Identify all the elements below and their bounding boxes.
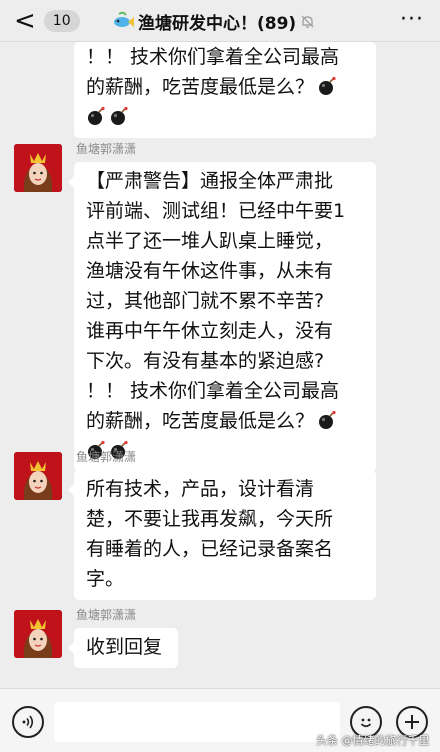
message-line: 下次。有没有基本的紧迫感? bbox=[86, 350, 325, 372]
chat-message-list[interactable]: ！！ 技术你们拿着全公司最高 的薪酬，吃苦度最低是么？ 鱼塘郭潇潇 【严肃警告】… bbox=[0, 42, 440, 688]
avatar[interactable] bbox=[14, 610, 62, 658]
message-line: 渔塘没有午休这件事，从未有 bbox=[86, 260, 334, 282]
chat-header: < 10 渔塘研发中心！(89) ··· bbox=[0, 0, 440, 42]
sender-name: 鱼塘郭潇潇 bbox=[76, 142, 137, 156]
emoji-icon bbox=[360, 718, 372, 728]
message-input[interactable] bbox=[54, 702, 340, 742]
message-line: 的薪酬，吃苦度最低是么？ bbox=[86, 406, 364, 436]
chat-title-area[interactable]: 渔塘研发中心！(89) bbox=[112, 6, 315, 36]
voice-button[interactable] bbox=[12, 706, 44, 738]
avatar[interactable] bbox=[14, 144, 62, 192]
message-line: ！！ 技术你们拿着全公司最高 bbox=[86, 46, 340, 68]
sender-name: 鱼塘郭潇潇 bbox=[76, 608, 137, 622]
message-line: 过，其他部门就不累不辛苦? bbox=[86, 290, 325, 312]
bomb-emoji-icon bbox=[88, 106, 105, 125]
back-button[interactable]: < 10 bbox=[14, 6, 80, 36]
chat-title: 渔塘研发中心！(89) bbox=[138, 13, 297, 34]
sender-name: 鱼塘郭潇潇 bbox=[76, 450, 137, 464]
bomb-emoji-icon bbox=[319, 410, 336, 429]
chevron-left-icon: < bbox=[14, 6, 36, 36]
watermark-text: 头条 @情绪的旅行千里 bbox=[316, 734, 430, 747]
fish-icon bbox=[114, 11, 134, 27]
message-line: 楚，不要让我再发飙，今天所 bbox=[86, 508, 334, 530]
message-line: 有睡着的人，已经记录备案名 bbox=[86, 538, 334, 560]
message-line: 【严肃警告】通报全体严肃批 bbox=[86, 170, 334, 192]
avatar-image bbox=[14, 144, 62, 192]
message-line: 的薪酬，吃苦度最低是么？ bbox=[86, 72, 364, 102]
message-line: ！！ 技术你们拿着全公司最高 bbox=[86, 380, 340, 402]
message-line: 字。 bbox=[86, 568, 125, 590]
message-bubble[interactable]: 收到回复 bbox=[68, 628, 178, 668]
bomb-emoji-icon bbox=[111, 106, 128, 125]
message-line: 谁再中午午休立刻走人，没有 bbox=[86, 320, 334, 342]
avatar-image bbox=[14, 452, 62, 500]
plus-icon bbox=[405, 715, 419, 729]
more-options-button[interactable]: ··· bbox=[400, 9, 424, 31]
bomb-emoji-icon bbox=[319, 76, 336, 95]
message-line: 点半了还一堆人趴桌上睡觉， bbox=[86, 230, 334, 252]
message-line: 收到回复 bbox=[86, 636, 163, 658]
avatar-image bbox=[14, 610, 62, 658]
message-bubble[interactable]: ！！ 技术你们拿着全公司最高 的薪酬，吃苦度最低是么？ bbox=[74, 42, 376, 138]
message-line: 评前端、测试组！已经中午要1 bbox=[86, 200, 346, 222]
message-bubble[interactable]: 【严肃警告】通报全体严肃批 评前端、测试组！已经中午要1 点半了还一堆人趴桌上睡… bbox=[68, 162, 376, 472]
unread-count-badge: 10 bbox=[43, 10, 80, 32]
avatar[interactable] bbox=[14, 452, 62, 500]
mute-bell-icon bbox=[301, 15, 314, 28]
voice-icon bbox=[22, 715, 34, 729]
message-line: 所有技术，产品，设计看清 bbox=[86, 478, 315, 500]
message-line bbox=[86, 102, 364, 132]
message-bubble[interactable]: 所有技术，产品，设计看清 楚，不要让我再发飙，今天所 有睡着的人，已经记录备案名… bbox=[68, 470, 376, 600]
